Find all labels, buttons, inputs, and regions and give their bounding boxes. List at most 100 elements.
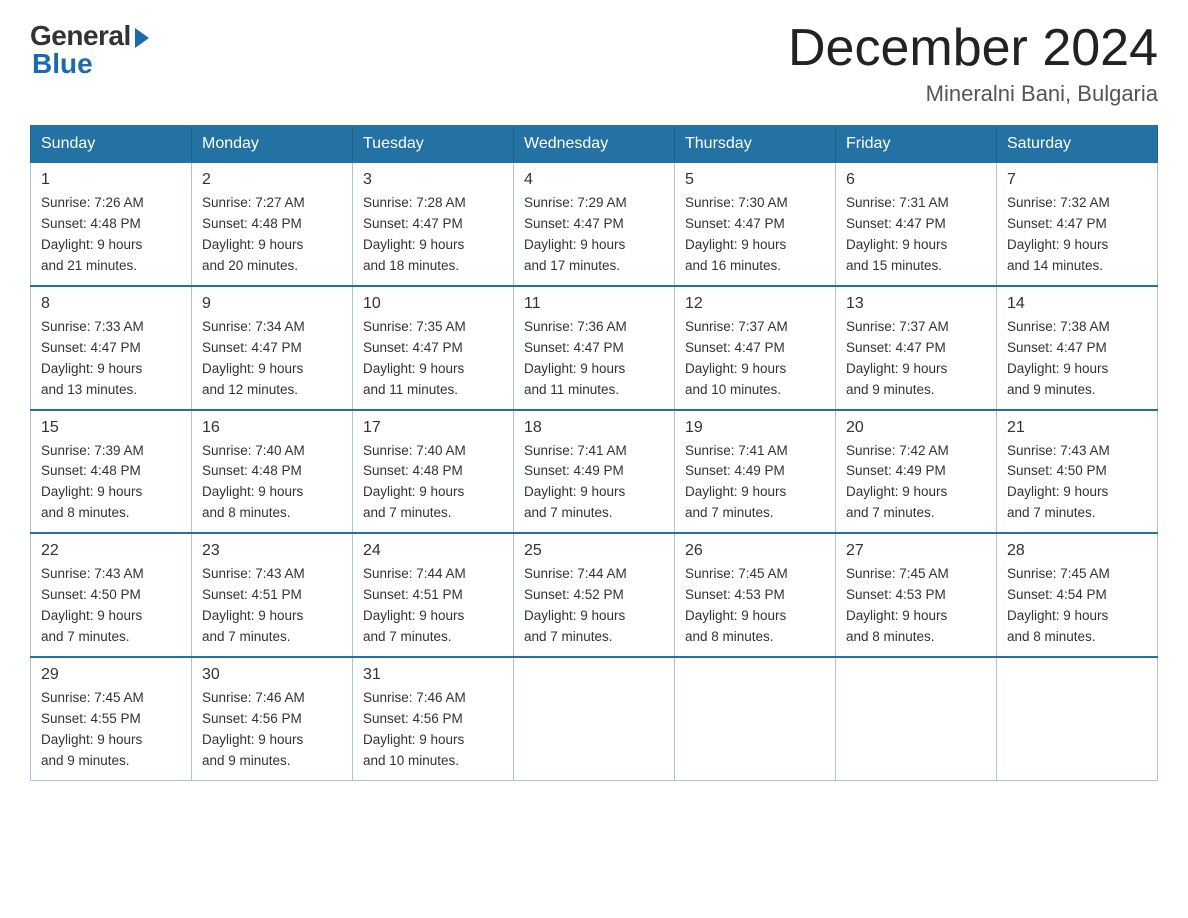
day-info: Sunrise: 7:45 AMSunset: 4:53 PMDaylight:… <box>685 566 788 644</box>
calendar-body: 1 Sunrise: 7:26 AMSunset: 4:48 PMDayligh… <box>31 162 1158 780</box>
calendar-cell: 13 Sunrise: 7:37 AMSunset: 4:47 PMDaylig… <box>836 286 997 410</box>
day-info: Sunrise: 7:44 AMSunset: 4:52 PMDaylight:… <box>524 566 627 644</box>
day-info: Sunrise: 7:41 AMSunset: 4:49 PMDaylight:… <box>685 443 788 521</box>
day-info: Sunrise: 7:45 AMSunset: 4:55 PMDaylight:… <box>41 690 144 768</box>
day-number: 30 <box>202 666 342 684</box>
page-header: General Blue December 2024 Mineralni Ban… <box>30 20 1158 107</box>
calendar-cell: 9 Sunrise: 7:34 AMSunset: 4:47 PMDayligh… <box>192 286 353 410</box>
calendar-cell: 1 Sunrise: 7:26 AMSunset: 4:48 PMDayligh… <box>31 162 192 286</box>
day-number: 22 <box>41 542 181 560</box>
calendar-cell: 18 Sunrise: 7:41 AMSunset: 4:49 PMDaylig… <box>514 410 675 534</box>
title-block: December 2024 Mineralni Bani, Bulgaria <box>788 20 1158 107</box>
day-number: 31 <box>363 666 503 684</box>
calendar-cell: 6 Sunrise: 7:31 AMSunset: 4:47 PMDayligh… <box>836 162 997 286</box>
day-info: Sunrise: 7:37 AMSunset: 4:47 PMDaylight:… <box>685 319 788 397</box>
calendar-cell <box>514 657 675 780</box>
day-info: Sunrise: 7:44 AMSunset: 4:51 PMDaylight:… <box>363 566 466 644</box>
day-number: 21 <box>1007 419 1147 437</box>
calendar-cell: 4 Sunrise: 7:29 AMSunset: 4:47 PMDayligh… <box>514 162 675 286</box>
calendar-cell: 2 Sunrise: 7:27 AMSunset: 4:48 PMDayligh… <box>192 162 353 286</box>
day-number: 29 <box>41 666 181 684</box>
day-number: 28 <box>1007 542 1147 560</box>
day-number: 6 <box>846 171 986 189</box>
calendar-cell: 11 Sunrise: 7:36 AMSunset: 4:47 PMDaylig… <box>514 286 675 410</box>
calendar-cell <box>675 657 836 780</box>
day-number: 4 <box>524 171 664 189</box>
day-info: Sunrise: 7:35 AMSunset: 4:47 PMDaylight:… <box>363 319 466 397</box>
calendar-week-row: 1 Sunrise: 7:26 AMSunset: 4:48 PMDayligh… <box>31 162 1158 286</box>
calendar-cell: 26 Sunrise: 7:45 AMSunset: 4:53 PMDaylig… <box>675 533 836 657</box>
column-header-sunday: Sunday <box>31 126 192 162</box>
calendar-week-row: 15 Sunrise: 7:39 AMSunset: 4:48 PMDaylig… <box>31 410 1158 534</box>
day-info: Sunrise: 7:27 AMSunset: 4:48 PMDaylight:… <box>202 195 305 273</box>
calendar-cell <box>997 657 1158 780</box>
column-header-monday: Monday <box>192 126 353 162</box>
calendar-cell: 29 Sunrise: 7:45 AMSunset: 4:55 PMDaylig… <box>31 657 192 780</box>
day-number: 8 <box>41 295 181 313</box>
column-header-friday: Friday <box>836 126 997 162</box>
day-number: 5 <box>685 171 825 189</box>
calendar-week-row: 22 Sunrise: 7:43 AMSunset: 4:50 PMDaylig… <box>31 533 1158 657</box>
day-number: 24 <box>363 542 503 560</box>
calendar-cell: 27 Sunrise: 7:45 AMSunset: 4:53 PMDaylig… <box>836 533 997 657</box>
calendar-week-row: 29 Sunrise: 7:45 AMSunset: 4:55 PMDaylig… <box>31 657 1158 780</box>
calendar-cell: 10 Sunrise: 7:35 AMSunset: 4:47 PMDaylig… <box>353 286 514 410</box>
calendar-cell: 7 Sunrise: 7:32 AMSunset: 4:47 PMDayligh… <box>997 162 1158 286</box>
calendar-week-row: 8 Sunrise: 7:33 AMSunset: 4:47 PMDayligh… <box>31 286 1158 410</box>
day-info: Sunrise: 7:38 AMSunset: 4:47 PMDaylight:… <box>1007 319 1110 397</box>
day-number: 26 <box>685 542 825 560</box>
calendar-cell: 19 Sunrise: 7:41 AMSunset: 4:49 PMDaylig… <box>675 410 836 534</box>
day-info: Sunrise: 7:29 AMSunset: 4:47 PMDaylight:… <box>524 195 627 273</box>
day-info: Sunrise: 7:32 AMSunset: 4:47 PMDaylight:… <box>1007 195 1110 273</box>
day-number: 20 <box>846 419 986 437</box>
day-number: 12 <box>685 295 825 313</box>
day-number: 9 <box>202 295 342 313</box>
calendar-cell: 25 Sunrise: 7:44 AMSunset: 4:52 PMDaylig… <box>514 533 675 657</box>
day-number: 1 <box>41 171 181 189</box>
calendar-header-row: SundayMondayTuesdayWednesdayThursdayFrid… <box>31 126 1158 162</box>
calendar-cell: 12 Sunrise: 7:37 AMSunset: 4:47 PMDaylig… <box>675 286 836 410</box>
day-number: 23 <box>202 542 342 560</box>
day-number: 13 <box>846 295 986 313</box>
day-number: 7 <box>1007 171 1147 189</box>
day-number: 11 <box>524 295 664 313</box>
day-number: 3 <box>363 171 503 189</box>
day-info: Sunrise: 7:45 AMSunset: 4:54 PMDaylight:… <box>1007 566 1110 644</box>
day-info: Sunrise: 7:28 AMSunset: 4:47 PMDaylight:… <box>363 195 466 273</box>
day-info: Sunrise: 7:43 AMSunset: 4:50 PMDaylight:… <box>41 566 144 644</box>
logo: General Blue <box>30 20 149 80</box>
calendar-cell: 30 Sunrise: 7:46 AMSunset: 4:56 PMDaylig… <box>192 657 353 780</box>
column-header-thursday: Thursday <box>675 126 836 162</box>
day-info: Sunrise: 7:40 AMSunset: 4:48 PMDaylight:… <box>363 443 466 521</box>
calendar-cell: 20 Sunrise: 7:42 AMSunset: 4:49 PMDaylig… <box>836 410 997 534</box>
day-info: Sunrise: 7:46 AMSunset: 4:56 PMDaylight:… <box>363 690 466 768</box>
day-info: Sunrise: 7:34 AMSunset: 4:47 PMDaylight:… <box>202 319 305 397</box>
calendar-cell: 3 Sunrise: 7:28 AMSunset: 4:47 PMDayligh… <box>353 162 514 286</box>
day-number: 19 <box>685 419 825 437</box>
day-number: 25 <box>524 542 664 560</box>
month-year-title: December 2024 <box>788 20 1158 77</box>
day-info: Sunrise: 7:40 AMSunset: 4:48 PMDaylight:… <box>202 443 305 521</box>
day-info: Sunrise: 7:36 AMSunset: 4:47 PMDaylight:… <box>524 319 627 397</box>
column-header-saturday: Saturday <box>997 126 1158 162</box>
calendar-cell: 23 Sunrise: 7:43 AMSunset: 4:51 PMDaylig… <box>192 533 353 657</box>
day-info: Sunrise: 7:42 AMSunset: 4:49 PMDaylight:… <box>846 443 949 521</box>
day-info: Sunrise: 7:45 AMSunset: 4:53 PMDaylight:… <box>846 566 949 644</box>
day-number: 14 <box>1007 295 1147 313</box>
logo-blue-text: Blue <box>32 48 93 80</box>
calendar-cell: 15 Sunrise: 7:39 AMSunset: 4:48 PMDaylig… <box>31 410 192 534</box>
day-info: Sunrise: 7:43 AMSunset: 4:51 PMDaylight:… <box>202 566 305 644</box>
day-info: Sunrise: 7:31 AMSunset: 4:47 PMDaylight:… <box>846 195 949 273</box>
logo-arrow-icon <box>135 28 149 48</box>
day-number: 10 <box>363 295 503 313</box>
calendar-cell: 17 Sunrise: 7:40 AMSunset: 4:48 PMDaylig… <box>353 410 514 534</box>
calendar-cell: 16 Sunrise: 7:40 AMSunset: 4:48 PMDaylig… <box>192 410 353 534</box>
calendar-cell: 5 Sunrise: 7:30 AMSunset: 4:47 PMDayligh… <box>675 162 836 286</box>
day-number: 15 <box>41 419 181 437</box>
calendar-cell: 28 Sunrise: 7:45 AMSunset: 4:54 PMDaylig… <box>997 533 1158 657</box>
day-number: 16 <box>202 419 342 437</box>
calendar-cell <box>836 657 997 780</box>
day-number: 27 <box>846 542 986 560</box>
calendar-cell: 24 Sunrise: 7:44 AMSunset: 4:51 PMDaylig… <box>353 533 514 657</box>
calendar-cell: 22 Sunrise: 7:43 AMSunset: 4:50 PMDaylig… <box>31 533 192 657</box>
